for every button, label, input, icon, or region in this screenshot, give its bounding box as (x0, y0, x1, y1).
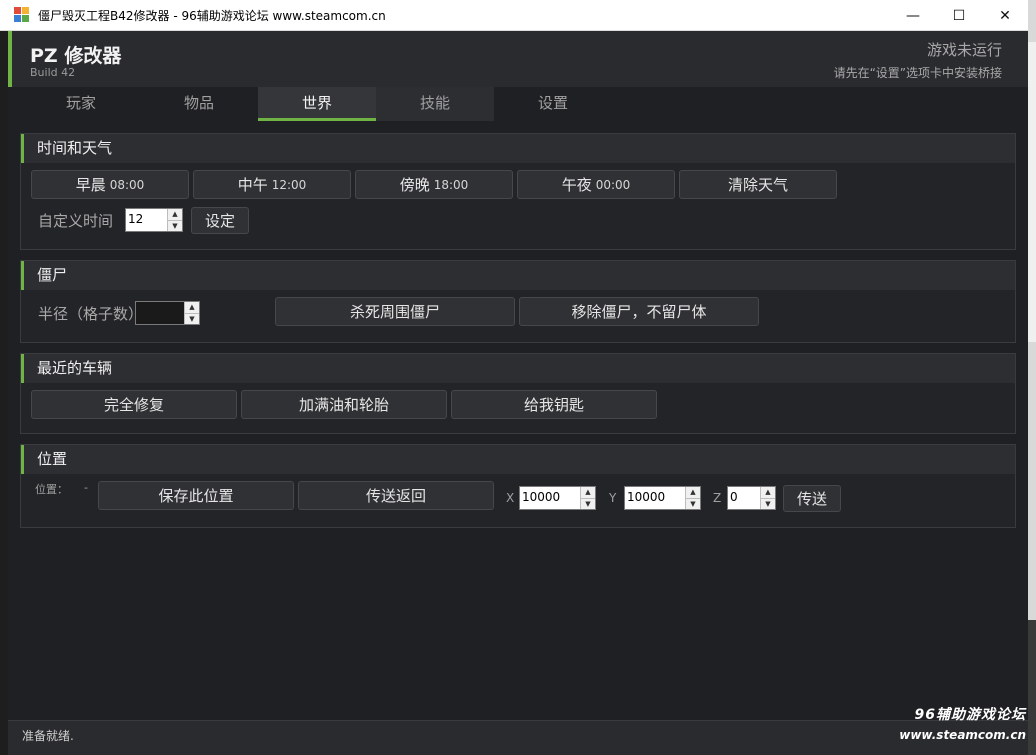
world-tab-content: 时间和天气 早晨 08:00 中午 12:00 傍晚 18:00 午夜 00:00 清除… (8, 121, 1028, 720)
game-status: 游戏未运行 (926, 41, 1002, 59)
custom-time-stepper[interactable]: 12 ▲ ▼ (125, 208, 183, 232)
y-coordinate-stepper[interactable]: 10000 ▲ ▼ (624, 486, 701, 510)
refuel-tires-button[interactable]: 加满油和轮胎 (241, 390, 447, 419)
position-label: 位置： (35, 483, 68, 496)
stepper-arrows[interactable]: ▲ ▼ (184, 302, 199, 324)
position-group: 位置 位置： - 保存此位置 传送返回 X 10000 ▲ ▼ Y 10000 ▲… (20, 444, 1016, 528)
stepper-arrows[interactable]: ▲ ▼ (167, 209, 182, 231)
remove-zombies-button[interactable]: 移除僵尸，不留尸体 (519, 297, 759, 326)
kill-zombies-button[interactable]: 杀死周围僵尸 (275, 297, 515, 326)
give-key-button[interactable]: 给我钥匙 (451, 390, 657, 419)
morning-button[interactable]: 早晨 08:00 (31, 170, 189, 199)
group-title: 位置 (21, 445, 1015, 474)
status-bar: 准备就绪. (8, 720, 1028, 755)
z-coordinate-stepper[interactable]: 0 ▲ ▼ (727, 486, 776, 510)
app-header: PZ 修改器 Build 42 游戏未运行 请先在“设置”选项卡中安装桥接 (8, 31, 1028, 87)
evening-button[interactable]: 傍晚 18:00 (355, 170, 513, 199)
clear-weather-button[interactable]: 清除天气 (679, 170, 837, 199)
maximize-button[interactable]: ☐ (936, 0, 982, 31)
tab-player[interactable]: 玩家 (22, 87, 140, 121)
group-title: 最近的车辆 (21, 354, 1015, 383)
teleport-return-button[interactable]: 传送返回 (298, 481, 494, 510)
noon-button[interactable]: 中午 12:00 (193, 170, 351, 199)
stepper-arrows[interactable]: ▲ ▼ (580, 487, 595, 509)
build-label: Build 42 (30, 66, 76, 79)
z-label: Z (713, 491, 722, 505)
app-icon (14, 7, 30, 23)
watermark-logo: 96辅助游戏论坛 www.steamcom.cn (899, 707, 1026, 742)
x-label: X (506, 491, 515, 505)
window-title: 僵尸毁灭工程B42修改器 - 96辅助游戏论坛 www.steamcom.cn (38, 8, 386, 23)
background-window-edge (0, 31, 8, 755)
tab-skills[interactable]: 技能 (376, 87, 494, 121)
teleport-button[interactable]: 传送 (783, 485, 841, 512)
stepper-arrows[interactable]: ▲ ▼ (685, 487, 700, 509)
x-coordinate-stepper[interactable]: 10000 ▲ ▼ (519, 486, 596, 510)
status-text: 准备就绪. (22, 729, 74, 743)
tab-settings[interactable]: 设置 (494, 87, 612, 121)
close-button[interactable]: ✕ (982, 0, 1028, 31)
radius-label: 半径（格子数） (38, 305, 144, 323)
radius-stepper[interactable]: ▲ ▼ (135, 301, 200, 325)
full-repair-button[interactable]: 完全修复 (31, 390, 237, 419)
position-value: - (84, 481, 88, 494)
trainer-app: PZ 修改器 Build 42 游戏未运行 请先在“设置”选项卡中安装桥接 玩家… (8, 31, 1028, 720)
set-time-button[interactable]: 设定 (191, 207, 249, 234)
save-position-button[interactable]: 保存此位置 (98, 481, 294, 510)
time-weather-group: 时间和天气 早晨 08:00 中午 12:00 傍晚 18:00 午夜 00:00 清除… (20, 133, 1016, 250)
tab-bar: 玩家 物品 世界 技能 设置 (22, 87, 612, 121)
minimize-button[interactable]: — (890, 0, 936, 31)
background-window-edge-right (1028, 0, 1036, 755)
custom-time-label: 自定义时间 (38, 212, 114, 230)
tab-world[interactable]: 世界 (258, 87, 376, 121)
group-title: 僵尸 (21, 261, 1015, 290)
game-status-hint: 请先在“设置”选项卡中安装桥接 (833, 66, 1002, 80)
tab-items[interactable]: 物品 (140, 87, 258, 121)
midnight-button[interactable]: 午夜 00:00 (517, 170, 675, 199)
y-label: Y (609, 491, 617, 505)
app-title: PZ 修改器 (30, 45, 122, 67)
vehicles-group: 最近的车辆 完全修复 加满油和轮胎 给我钥匙 (20, 353, 1016, 434)
stepper-arrows[interactable]: ▲ ▼ (760, 487, 775, 509)
zombies-group: 僵尸 半径（格子数） ▲ ▼ 杀死周围僵尸 移除僵尸，不留尸体 (20, 260, 1016, 343)
group-title: 时间和天气 (21, 134, 1015, 163)
window-titlebar[interactable]: 僵尸毁灭工程B42修改器 - 96辅助游戏论坛 www.steamcom.cn … (0, 0, 1028, 31)
